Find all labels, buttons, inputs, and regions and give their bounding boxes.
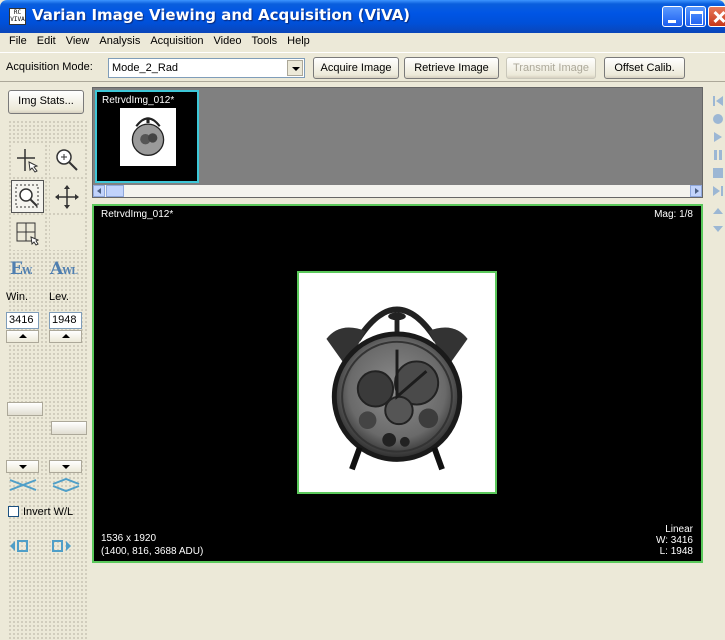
tool-slot-empty [50, 217, 83, 250]
viewer-title: RetrvdImg_012* [101, 209, 174, 220]
lut-label: Linear [665, 524, 693, 535]
menu-file[interactable]: File [4, 33, 32, 52]
window-level-readout: Linear W: 3416 L: 1948 [656, 524, 693, 557]
pan-icon[interactable] [50, 180, 83, 213]
menu-analysis[interactable]: Analysis [94, 33, 145, 52]
invert-wl-checkbox[interactable]: Invert W/L [8, 506, 73, 518]
xray-image[interactable] [297, 271, 497, 494]
previous-icon[interactable] [6, 535, 34, 557]
image-viewer[interactable]: RetrvdImg_012* Mag: 1/8 1536 x 1920 (140… [92, 204, 703, 563]
thumbnail-scrollbar[interactable] [93, 185, 702, 197]
menu-view[interactable]: View [61, 33, 95, 52]
scrollbar-thumb[interactable] [106, 185, 124, 197]
invert-wl-box[interactable] [8, 506, 19, 517]
menu-help[interactable]: Help [282, 33, 315, 52]
menu-edit[interactable]: Edit [32, 33, 61, 52]
alarm-clock-xray [326, 306, 468, 471]
menu-video[interactable]: Video [209, 33, 247, 52]
scroll-left-icon[interactable] [93, 185, 105, 197]
window-down-button[interactable] [6, 460, 39, 473]
thumbnail-strip: RetrvdImg_012* [92, 87, 703, 198]
minimize-icon[interactable] [662, 6, 683, 27]
image-dimensions: 1536 x 1920 [101, 533, 157, 544]
chevron-down-icon[interactable] [287, 60, 303, 76]
menu-acquisition[interactable]: Acquisition [145, 33, 208, 52]
media-control-bar [706, 84, 725, 264]
scroll-down-icon[interactable] [711, 222, 725, 236]
first-frame-icon[interactable] [711, 94, 725, 108]
close-icon[interactable] [708, 6, 725, 27]
scroll-up-icon[interactable] [711, 204, 725, 218]
play-icon[interactable] [711, 130, 725, 144]
stop-icon[interactable] [711, 166, 725, 180]
collapse-icon[interactable] [8, 478, 38, 495]
level-value-field[interactable]: 1948 [49, 312, 82, 329]
menu-tools[interactable]: Tools [246, 33, 282, 52]
pause-icon[interactable] [711, 148, 725, 162]
level-up-button[interactable] [49, 330, 82, 343]
retrieve-image-button[interactable]: Retrieve Image [404, 57, 499, 79]
level-label: Lev. [49, 291, 69, 303]
app-icon: RC VIVA [9, 8, 26, 25]
record-icon[interactable] [711, 112, 725, 126]
zoom-icon[interactable] [50, 143, 83, 176]
thumbnail-image [120, 108, 176, 166]
window-title: Varian Image Viewing and Acquisition (Vi… [32, 6, 411, 24]
roi-grid-icon[interactable] [11, 217, 44, 250]
acquire-image-button[interactable]: Acquire Image [313, 57, 399, 79]
viva-window: RC VIVA Varian Image Viewing and Acquisit… [0, 0, 725, 640]
expand-icon[interactable] [51, 477, 81, 495]
window-slider-thumb[interactable] [7, 402, 43, 416]
acquisition-mode-label: Acquisition Mode: [6, 61, 93, 73]
window-level-presets: EW. AWL [6, 259, 90, 285]
transmit-image-button[interactable]: Transmit Image [506, 57, 596, 79]
window-label: Win. [6, 291, 28, 303]
acquisition-mode-select[interactable]: Mode_2_Rad [108, 58, 305, 78]
next-icon[interactable] [48, 535, 76, 557]
level-readout: L: 1948 [659, 546, 693, 557]
toolbar: Acquisition Mode: Mode_2_Rad Acquire Ima… [0, 52, 725, 82]
img-stats-button[interactable]: Img Stats... [8, 90, 84, 114]
title-bar[interactable]: RC VIVA Varian Image Viewing and Acquisit… [0, 0, 725, 33]
acquisition-mode-value: Mode_2_Rad [112, 62, 179, 74]
maximize-icon[interactable] [685, 6, 706, 27]
ew-button[interactable]: EW. [10, 259, 33, 279]
pixel-readout: (1400, 816, 3688 ADU) [101, 546, 204, 557]
aw-button[interactable]: AWL [50, 259, 78, 279]
zoom-region-icon[interactable] [11, 180, 44, 213]
offset-calib-button[interactable]: Offset Calib. [604, 57, 685, 79]
magnification-readout: Mag: 1/8 [654, 209, 693, 220]
window-value-field[interactable]: 3416 [6, 312, 39, 329]
window-up-button[interactable] [6, 330, 39, 343]
crosshair-cursor-icon[interactable] [11, 143, 44, 176]
menu-bar: File Edit View Analysis Acquisition Vide… [0, 33, 725, 52]
window-readout: W: 3416 [655, 535, 693, 546]
thumbnail-item[interactable]: RetrvdImg_012* [95, 90, 199, 183]
level-slider-thumb[interactable] [51, 421, 87, 435]
thumbnail-title: RetrvdImg_012* [102, 95, 175, 106]
level-down-button[interactable] [49, 460, 82, 473]
left-tool-panel: Img Stats... EW. AWL Win. Lev. 3416 1948 [0, 84, 92, 640]
last-frame-icon[interactable] [711, 184, 725, 198]
scroll-right-icon[interactable] [690, 185, 702, 197]
